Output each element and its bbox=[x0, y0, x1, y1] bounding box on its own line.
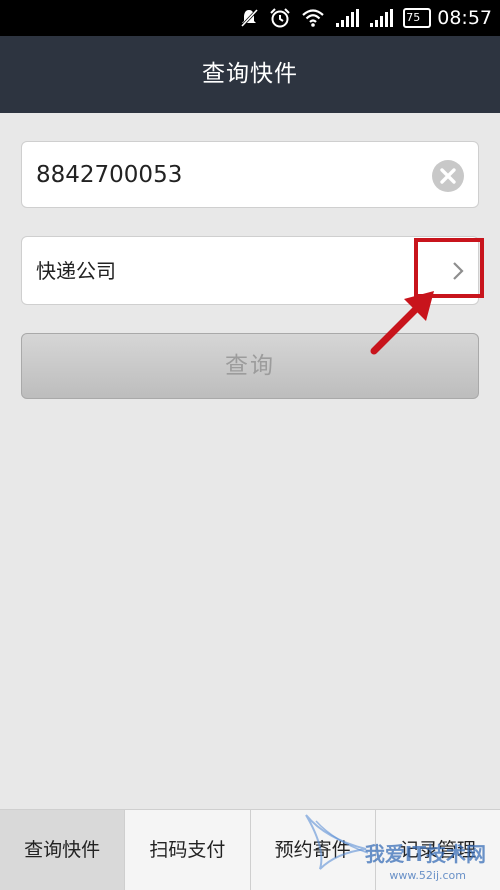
page-title: 查询快件 bbox=[0, 36, 500, 113]
signal-icon bbox=[369, 8, 394, 28]
watermark-url: www.52ij.com bbox=[389, 869, 466, 882]
watermark-text: 我爱IT技术网 bbox=[364, 842, 486, 866]
tab-scan-pay[interactable]: 扫码支付 bbox=[124, 810, 250, 890]
clear-icon[interactable] bbox=[432, 160, 464, 192]
status-time: 08:57 bbox=[437, 7, 492, 29]
battery-icon: 75 bbox=[403, 8, 432, 28]
annotation-arrow bbox=[370, 291, 434, 355]
status-bar: 75 08:57 bbox=[0, 0, 500, 36]
tracking-number-field[interactable]: 8842700053 bbox=[21, 141, 479, 208]
tab-query-parcel[interactable]: 查询快件 bbox=[0, 810, 125, 890]
watermark-logo: 我爱IT技术网 www.52ij.com bbox=[286, 809, 496, 885]
mute-icon bbox=[239, 8, 259, 28]
wifi-icon bbox=[301, 8, 325, 28]
signal-icon bbox=[335, 8, 360, 28]
tracking-number-value[interactable]: 8842700053 bbox=[36, 142, 182, 209]
alarm-icon bbox=[269, 7, 291, 29]
courier-company-label: 快递公司 bbox=[36, 259, 116, 283]
status-icons: 75 08:57 bbox=[229, 0, 492, 36]
